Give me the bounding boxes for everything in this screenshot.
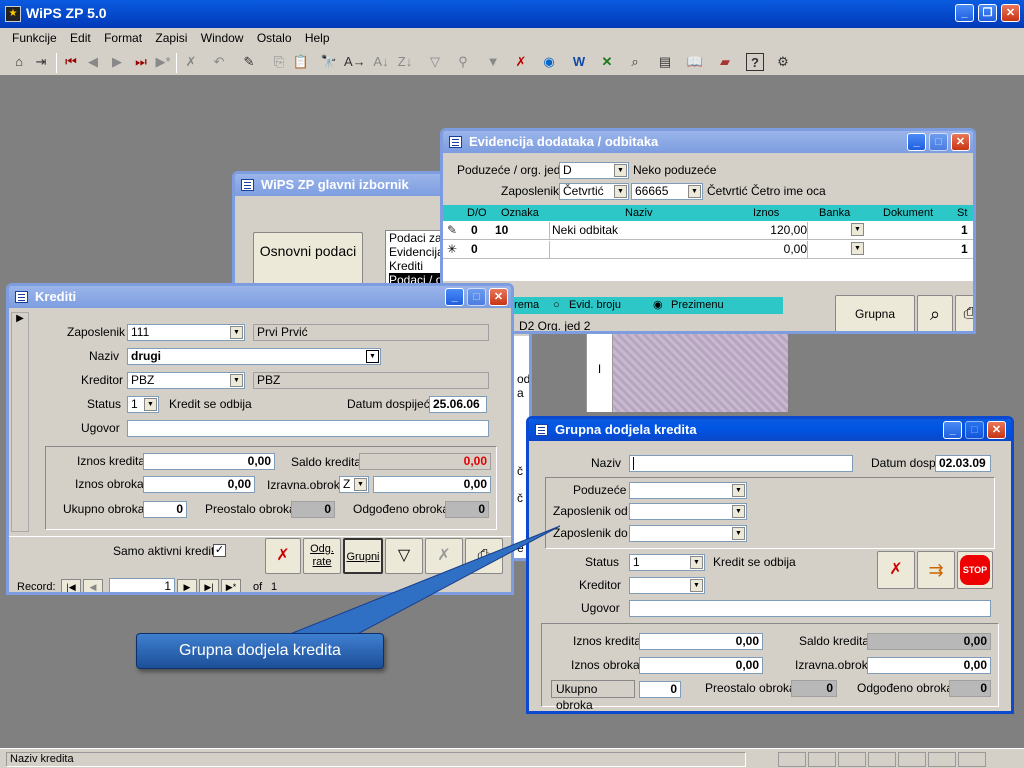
callout-text: Grupna dodjela kredita bbox=[179, 642, 341, 659]
callout-box: Grupna dodjela kredita bbox=[136, 633, 384, 669]
